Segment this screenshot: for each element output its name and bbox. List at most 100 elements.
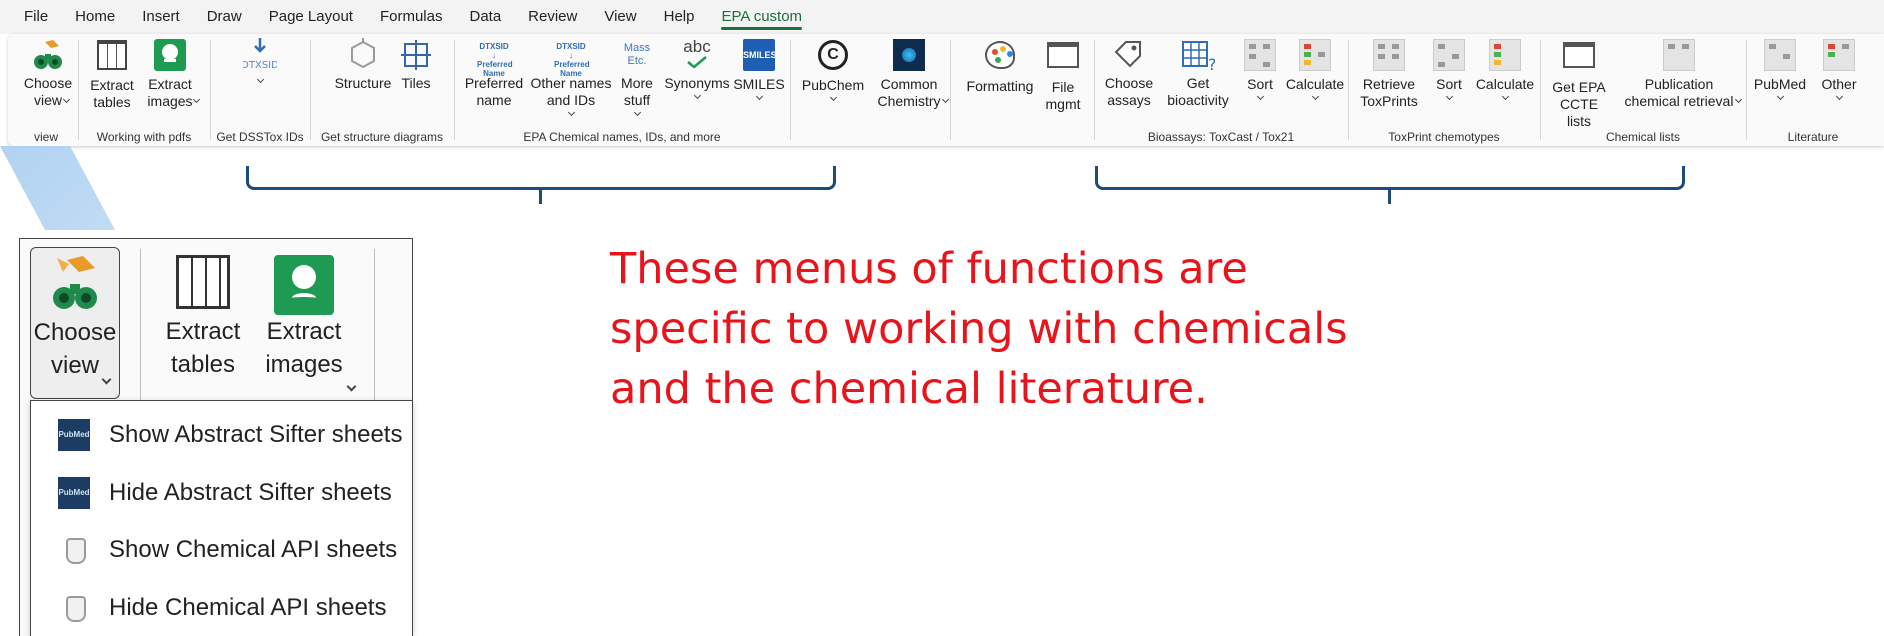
tab-view[interactable]: View: [604, 0, 636, 34]
extract-images-button[interactable]: Extract images: [140, 38, 201, 116]
tab-home[interactable]: Home: [75, 0, 115, 34]
chevron-down-icon: [1311, 92, 1319, 101]
ribbon: Choose view view Extract tables Extract …: [8, 34, 1884, 146]
pubchem-button[interactable]: C PubChem: [798, 38, 868, 116]
calculate-grid-icon: [1489, 39, 1521, 71]
group-divider: [790, 40, 791, 140]
group-working-with-pdfs: Extract tables Extract images Working wi…: [80, 34, 208, 146]
choose-assays-button[interactable]: Choose assays: [1100, 38, 1158, 116]
pubmed-button[interactable]: PubMed: [1748, 38, 1812, 116]
common-chemistry-button[interactable]: Common Chemistry: [870, 38, 950, 116]
chevron-down-icon: [633, 108, 641, 117]
dtxsid-other-names-icon: DTXSID ↓ Preferred Name: [554, 42, 590, 78]
smiles-button[interactable]: SMILES SMILES: [730, 38, 788, 116]
svg-text:DTXSID: DTXSID: [243, 60, 277, 71]
group-view: Choose view view: [16, 34, 76, 146]
group-divider: [1348, 40, 1349, 140]
group-divider: [454, 40, 455, 140]
epa-logo-icon: [154, 39, 186, 71]
abc-text: abc: [683, 37, 711, 56]
zoomed-divider: [374, 249, 375, 401]
tab-data[interactable]: Data: [469, 0, 501, 34]
tab-review[interactable]: Review: [528, 0, 577, 34]
left-brace-tip: [539, 188, 542, 204]
group-label-pdfs: Working with pdfs: [96, 130, 192, 144]
bioassays-calculate-button[interactable]: Calculate: [1284, 38, 1346, 116]
tab-insert[interactable]: Insert: [142, 0, 180, 34]
chevron-down-icon: [1256, 92, 1264, 101]
tiles-label: Tiles: [401, 75, 431, 91]
publication-chemical-retrieval-button[interactable]: Publication chemical retrieval: [1614, 38, 1744, 116]
dtxsid-preferred-name-icon: DTXSID ↓ Preferred Name: [477, 42, 513, 78]
extract-tables-button[interactable]: Extract tables: [84, 38, 140, 116]
tab-page-layout[interactable]: Page Layout: [269, 0, 353, 34]
bioassays-calculate-label: Calculate: [1285, 76, 1345, 92]
dtxsid-button[interactable]: DTXSID: [228, 38, 292, 116]
tiles-icon: [399, 38, 433, 72]
menu-item-show-chemical-api[interactable]: Show Chemical API sheets: [31, 527, 412, 573]
group-get-structure-diagrams: Structure Tiles Get structure diagrams: [312, 34, 452, 146]
choose-view-button[interactable]: Choose view: [16, 38, 80, 116]
get-epa-ccte-lists-button[interactable]: Get EPA CCTE lists: [1546, 38, 1612, 129]
menu-item-label: Show Abstract Sifter sheets: [109, 421, 403, 448]
group-bioassays: Choose assays ? Get bioactivity Sort Cal…: [1096, 34, 1346, 146]
group-divider: [1094, 40, 1095, 140]
annotation-line-3: and the chemical literature.: [610, 364, 1208, 414]
synonyms-label: Synonyms: [664, 75, 730, 91]
menu-item-label: Hide Abstract Sifter sheets: [109, 479, 392, 506]
group-external-databases: C PubChem Common Chemistry: [792, 34, 950, 146]
file-mgmt-button[interactable]: File mgmt: [1038, 38, 1088, 116]
file-mgmt-label: File mgmt: [1045, 79, 1081, 112]
menu-item-hide-abstract-sifter[interactable]: PubMed Hide Abstract Sifter sheets: [31, 470, 412, 516]
pubchem-logo-icon: C: [818, 40, 848, 70]
abc-check-icon: abc: [680, 38, 714, 72]
tab-file[interactable]: File: [24, 0, 48, 34]
tiles-button[interactable]: Tiles: [392, 38, 440, 116]
zoomed-extract-tables-button[interactable]: Extract tables: [160, 255, 246, 381]
structure-button[interactable]: Structure: [328, 38, 398, 116]
preferred-name-button[interactable]: DTXSID ↓ Preferred Name Preferred name: [460, 38, 528, 116]
group-formatting-files: Formatting File mgmt: [952, 34, 1092, 146]
chevron-down-icon: [346, 381, 357, 392]
tab-help[interactable]: Help: [664, 0, 695, 34]
pubchem-label: PubChem: [801, 77, 865, 93]
zoomed-choose-view-button[interactable]: Choose view: [30, 247, 120, 399]
formatting-button[interactable]: Formatting: [962, 38, 1038, 116]
structure-icon: [346, 38, 380, 72]
group-label-structure: Get structure diagrams: [320, 130, 444, 144]
chemical-flask-icon: [58, 534, 90, 566]
menu-item-show-abstract-sifter[interactable]: PubMed Show Abstract Sifter sheets: [31, 412, 412, 458]
tab-formulas[interactable]: Formulas: [380, 0, 443, 34]
zoomed-extract-images-button[interactable]: Extract images: [248, 255, 360, 392]
menu-item-label: Hide Chemical API sheets: [109, 594, 387, 621]
group-literature: PubMed Other Literature: [1748, 34, 1878, 146]
annotation-line-1: These menus of functions are: [610, 244, 1248, 294]
bioassays-sort-button[interactable]: Sort: [1238, 38, 1282, 116]
menu-item-hide-chemical-api[interactable]: Hide Chemical API sheets: [31, 585, 412, 631]
structure-label: Structure: [334, 75, 392, 91]
more-stuff-button[interactable]: Mass Etc. More stuff: [614, 38, 660, 117]
right-brace-tip: [1388, 188, 1391, 204]
menu-item-label: Show Chemical API sheets: [109, 536, 398, 563]
smiles-icon: SMILES: [743, 39, 777, 71]
other-literature-button[interactable]: Other: [1812, 38, 1866, 116]
pubmed-label: PubMed: [1753, 76, 1807, 92]
synonyms-button[interactable]: abc Synonyms: [662, 38, 732, 116]
toxprint-sort-button[interactable]: Sort: [1426, 38, 1472, 116]
group-divider: [1540, 40, 1541, 140]
other-names-button[interactable]: DTXSID ↓ Preferred Name Other names and IDs: [528, 38, 614, 117]
tab-draw[interactable]: Draw: [207, 0, 242, 34]
tab-epa-custom[interactable]: EPA custom: [721, 0, 802, 34]
toxprint-calculate-label: Calculate: [1475, 76, 1535, 92]
get-bioactivity-button[interactable]: ? Get bioactivity: [1158, 38, 1238, 116]
get-bioactivity-label: Get bioactivity: [1167, 75, 1229, 108]
toxprint-calculate-button[interactable]: Calculate: [1474, 38, 1536, 116]
mass-etc-icon: Mass Etc.: [623, 42, 651, 67]
common-chemistry-label: Common Chemistry: [877, 76, 941, 109]
toxprint-sort-label: Sort: [1436, 76, 1462, 92]
chevron-down-icon: [693, 91, 701, 100]
retrieve-toxprints-button[interactable]: Retrieve ToxPrints: [1354, 38, 1424, 116]
common-chemistry-icon: [893, 39, 925, 71]
chevron-down-icon: [1835, 92, 1843, 101]
extract-images-label: Extract images: [147, 76, 193, 109]
